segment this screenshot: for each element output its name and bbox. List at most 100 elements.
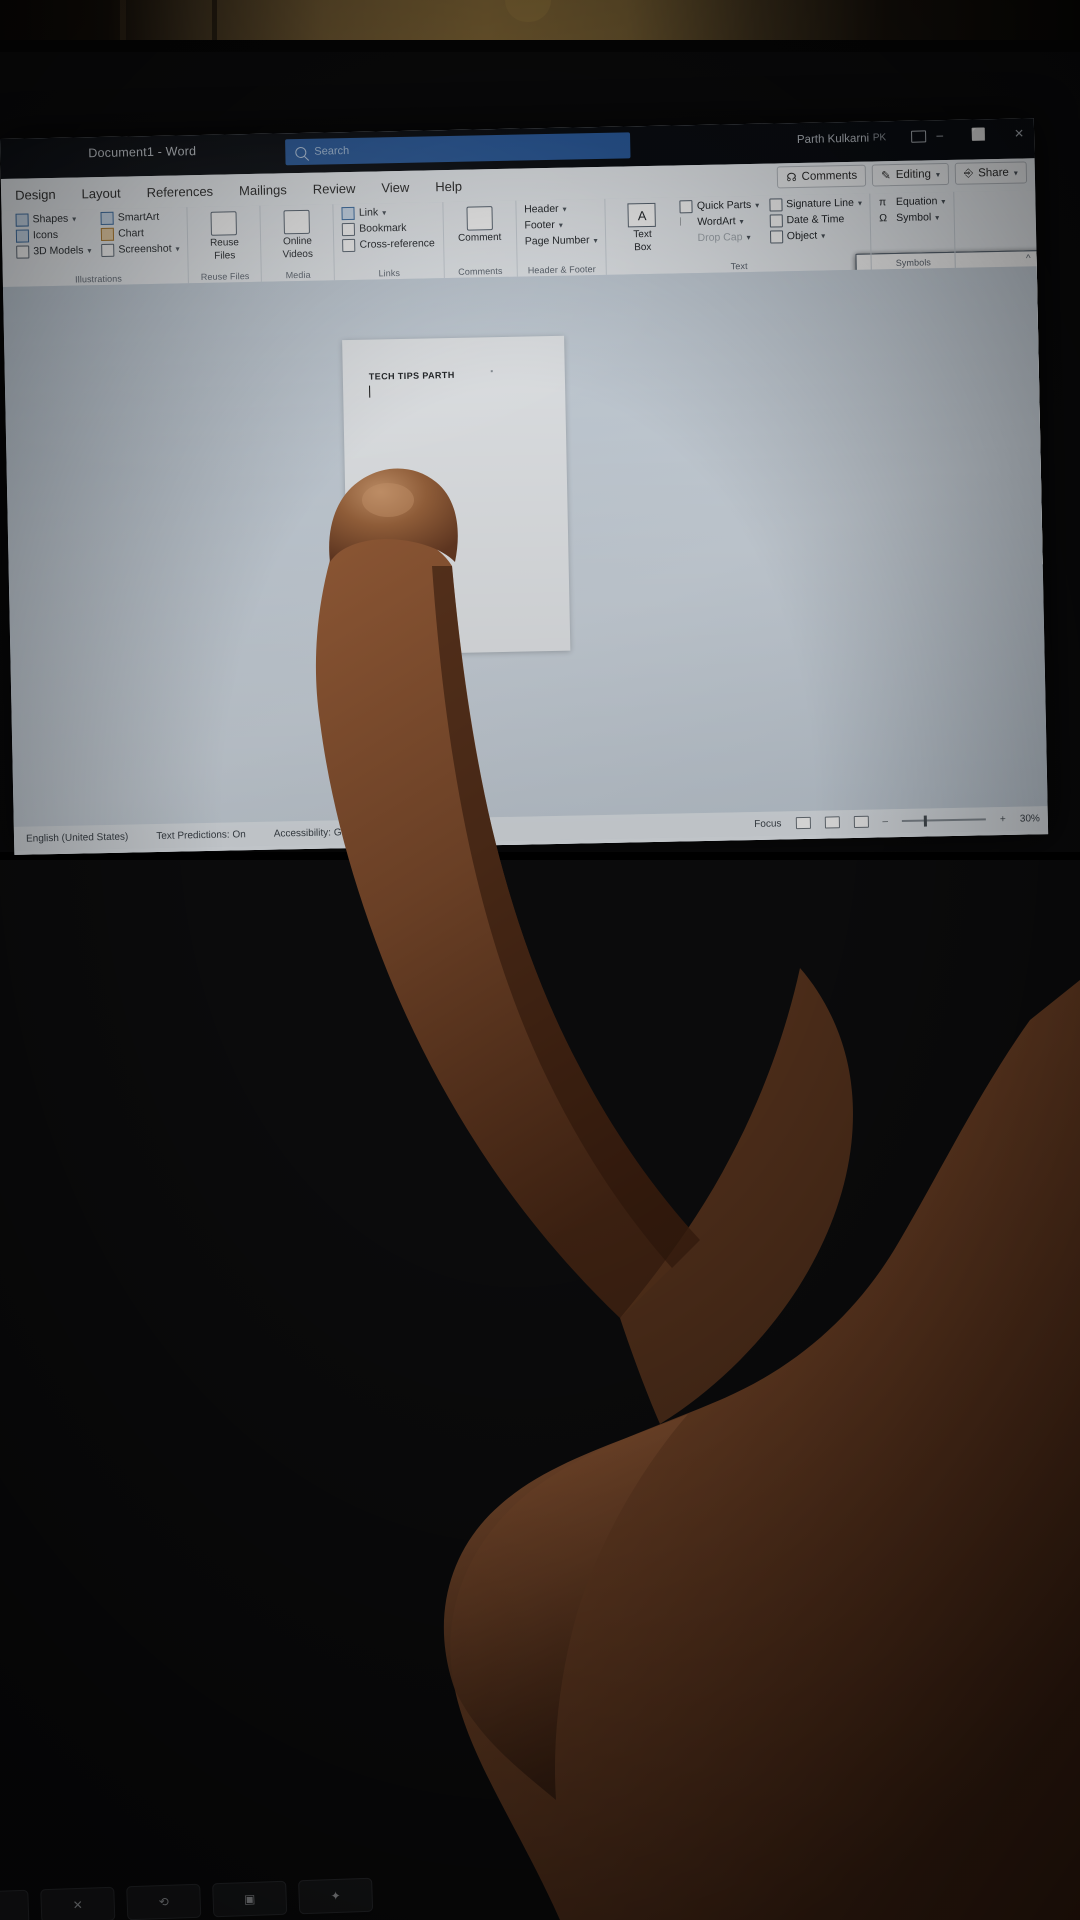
drop-cap-button[interactable]: Drop Cap ▾ — [680, 231, 760, 246]
document-body-text: TECH TIPS PARTH — [368, 369, 455, 382]
bookmark-button[interactable]: Bookmark — [342, 221, 435, 237]
key-f5[interactable]: ⟲ — [126, 1883, 202, 1920]
key-f7[interactable]: ✦ — [298, 1877, 374, 1915]
online-videos-label-1: Online — [282, 235, 313, 248]
page-mark — [490, 370, 493, 373]
online-videos-button[interactable]: Online Videos — [269, 207, 326, 262]
laptop-deck: ◁× ✕ ⟲ ▣ ✦ @ 2 # 3 $ 4 — [0, 860, 1080, 1920]
icons-button[interactable]: Icons — [15, 228, 91, 243]
tab-review[interactable]: Review — [313, 180, 356, 196]
comment-bubble-icon: ☊ — [786, 172, 797, 185]
drop-cap-icon — [680, 232, 693, 245]
symbol-icon: Ω — [879, 212, 888, 225]
print-layout-icon[interactable] — [824, 816, 840, 829]
header-label: Header — [524, 202, 559, 216]
link-button[interactable]: Link ▾ — [341, 205, 435, 221]
chevron-down-icon: ▾ — [739, 217, 744, 227]
chevron-down-icon: ▾ — [1013, 168, 1018, 178]
page-number-label: Page Number — [524, 234, 590, 248]
new-comment-button[interactable]: Comment — [451, 204, 508, 246]
close-button[interactable]: ✕ — [1014, 126, 1024, 140]
3d-models-button[interactable]: 3D Models ▾ — [16, 244, 92, 259]
zoom-slider-handle[interactable] — [923, 815, 927, 827]
group-label-comments: Comments — [458, 265, 503, 277]
text-box-button[interactable]: A Text Box — [614, 201, 671, 256]
shapes-button[interactable]: Shapes ▾ — [15, 212, 91, 227]
text-box-icon: A — [627, 202, 657, 228]
search-icon — [295, 146, 307, 158]
focus-button[interactable]: Focus — [754, 818, 781, 830]
footer-button[interactable]: Footer ▾ — [524, 218, 1049, 569]
object-icon — [769, 230, 783, 244]
zoom-out-button[interactable]: – — [882, 816, 888, 827]
smartart-button[interactable]: SmartArt — [100, 210, 179, 225]
wordart-button[interactable]: 𝄀 WordArt ▾ — [680, 215, 760, 230]
equation-button[interactable]: π Equation ▾ — [879, 195, 946, 209]
status-accessibility[interactable]: Accessibility: Good to go — [274, 826, 384, 839]
tab-layout[interactable]: Layout — [81, 185, 120, 201]
key-f6[interactable]: ▣ — [212, 1880, 288, 1918]
symbol-button[interactable]: Ω Symbol ▾ — [879, 211, 946, 225]
new-comment-label: Comment — [457, 231, 502, 244]
key-f4[interactable]: ✕ — [40, 1886, 116, 1920]
signature-line-button[interactable]: Signature Line ▾ — [769, 197, 862, 212]
status-language[interactable]: English (United States) — [26, 831, 128, 844]
comments-button[interactable]: ☊ Comments — [777, 164, 867, 189]
date-time-button[interactable]: Date & Time — [769, 213, 862, 228]
document-canvas[interactable]: TECH TIPS PARTH — [2, 266, 1048, 827]
tab-help[interactable]: Help — [435, 178, 462, 194]
equation-icon: π — [878, 196, 887, 209]
editing-label: Editing — [895, 168, 932, 182]
cross-reference-button[interactable]: Cross-reference — [342, 237, 435, 253]
quick-parts-button[interactable]: Quick Parts ▾ — [679, 199, 760, 214]
quick-parts-icon — [679, 200, 694, 214]
restore-button[interactable]: ⬜ — [971, 127, 986, 141]
online-videos-label-2: Videos — [282, 248, 314, 261]
tab-mailings[interactable]: Mailings — [239, 182, 287, 198]
signature-line-label: Signature Line — [786, 196, 855, 211]
shapes-icon — [15, 213, 29, 227]
document-page[interactable]: TECH TIPS PARTH — [342, 335, 571, 656]
keyboard[interactable]: ◁× ✕ ⟲ ▣ ✦ @ 2 # 3 $ 4 — [0, 1868, 666, 1920]
collapse-ribbon-chevron-icon[interactable]: ^ — [1026, 253, 1031, 264]
ribbon-group-symbols: π Equation ▾ Ω Symbol ▾ Symbols — [870, 191, 956, 270]
chevron-down-icon: ▾ — [175, 244, 180, 254]
reuse-files-button[interactable]: Reuse Files — [196, 209, 253, 264]
account-name[interactable]: Parth Kulkarni — [797, 133, 869, 146]
tab-view[interactable]: View — [381, 179, 409, 195]
text-box-label-1: Text — [633, 228, 652, 241]
status-text-predictions[interactable]: Text Predictions: On — [156, 829, 246, 842]
wordart-label: WordArt — [697, 215, 736, 229]
zoom-in-button[interactable]: + — [1000, 813, 1006, 824]
key-f3[interactable]: ◁× — [0, 1889, 30, 1920]
header-button[interactable]: Header ▾ — [524, 202, 1049, 569]
laptop-screen: Document1 - Word Search Parth Kulkarni P… — [0, 118, 1049, 855]
comments-label: Comments — [801, 169, 858, 183]
account-initials[interactable]: PK — [873, 132, 887, 143]
page-number-button[interactable]: Page Number ▾ — [524, 234, 1049, 569]
web-layout-icon[interactable] — [853, 815, 869, 829]
share-button[interactable]: ⎆ Share ▾ — [954, 161, 1028, 185]
tab-references[interactable]: References — [146, 183, 213, 199]
screenshot-button[interactable]: Screenshot ▾ — [101, 242, 180, 257]
editing-button[interactable]: ✎ Editing ▾ — [871, 162, 950, 187]
tab-design[interactable]: Design — [15, 186, 56, 202]
minimize-button[interactable]: – — [936, 128, 943, 142]
search-box[interactable]: Search — [285, 132, 631, 166]
screenshot-label: Screenshot — [118, 242, 172, 256]
chevron-down-icon: ▾ — [935, 169, 941, 179]
ribbon-group-reuse-files: Reuse Files Reuse Files — [187, 205, 263, 284]
ribbon-display-options-icon[interactable] — [911, 130, 927, 143]
zoom-slider[interactable] — [901, 813, 987, 827]
3d-models-label: 3D Models — [33, 244, 84, 258]
wordart-icon: 𝄀 — [680, 216, 681, 229]
zoom-level-label[interactable]: 30% — [1020, 813, 1040, 824]
bookmark-label: Bookmark — [359, 221, 407, 235]
smartart-label: SmartArt — [117, 210, 160, 224]
chart-button[interactable]: Chart — [101, 226, 179, 241]
search-placeholder: Search — [314, 144, 350, 158]
read-mode-icon[interactable] — [795, 816, 811, 830]
object-button[interactable]: Object ▾ — [769, 229, 863, 244]
ribbon-group-header-footer: Header ▾ Footer ▾ Page Number ▾ Header &… — [515, 198, 1049, 569]
keyboard-function-row: ◁× ✕ ⟲ ▣ ✦ — [0, 1877, 374, 1920]
